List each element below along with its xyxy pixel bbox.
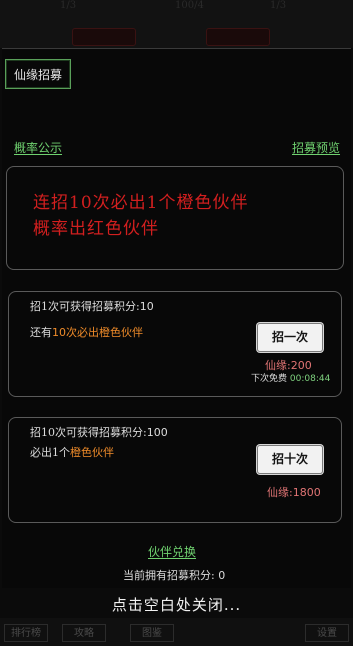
bg-stat: 1/3 [60,0,77,11]
bg-stat: 100/4 [175,0,204,11]
bg-tab-guide: 攻略 [62,624,106,642]
ten-guarantee: 必出1个橙色伙伴 [30,444,114,460]
single-points-text: 招1次可获得招募积分:10 [30,298,154,314]
bg-tab-rank: 排行榜 [4,624,48,642]
ten-points-value: 100 [146,426,168,439]
current-points: 当前拥有招募积分: 0 [123,567,225,583]
notice-box: 连招10次必出1个橙色伙伴 概率出红色伙伴 [6,166,344,270]
free-label: 下次免费 [251,374,288,384]
close-hint[interactable]: 点击空白处关闭... [0,594,353,615]
partner-exchange-link[interactable]: 伙伴兑换 [148,543,196,560]
ten-cost-value: 1800 [292,486,321,499]
bg-pill [206,28,270,46]
preview-link[interactable]: 招募预览 [292,139,340,156]
current-points-label: 当前拥有招募积分: [123,569,215,582]
single-points-label: 招1次可获得招募积分: [30,300,140,313]
ten-points-label: 招10次可获得招募积分: [30,426,147,439]
ten-cost: 仙缘:1800 [267,484,321,500]
tab-recruit[interactable]: 仙缘招募 [5,59,71,89]
ten-cost-label: 仙缘: [267,486,293,499]
single-recruit-card: 招1次可获得招募积分:10 还有10次必出橙色伙伴 招一次 仙缘:200 下次免… [8,291,342,397]
background-top-bar: 1/3 100/4 1/3 [0,0,353,48]
probability-link[interactable]: 概率公示 [14,139,62,156]
ten-guarantee-highlight: 橙色伙伴 [70,446,114,459]
free-timer-value: 00:08:44 [289,374,331,384]
ten-guarantee-prefix: 必出1个 [30,446,70,459]
single-guarantee: 还有10次必出橙色伙伴 [30,324,143,340]
notice-line-2: 概率出红色伙伴 [33,219,159,239]
recruit-panel: 仙缘招募 概率公示 招募预览 连招10次必出1个橙色伙伴 概率出红色伙伴 招1次… [2,48,351,588]
bg-pill [72,28,136,46]
notice-line-1: 连招10次必出1个橙色伙伴 [33,193,249,213]
current-points-value: 0 [218,569,226,582]
bg-tab-settings: 设置 [305,624,349,642]
single-guarantee-count: 10次必出 [52,326,99,339]
bg-stat: 1/3 [270,0,287,11]
recruit-ten-button[interactable]: 招十次 [258,446,322,473]
single-guarantee-prefix: 还有 [30,326,52,339]
single-guarantee-highlight: 橙色伙伴 [99,326,143,339]
recruit-once-button[interactable]: 招一次 [258,324,322,351]
ten-recruit-card: 招10次可获得招募积分:100 必出1个橙色伙伴 招十次 仙缘:1800 [8,417,342,523]
free-timer: 下次免费 00:08:44 [251,371,330,384]
ten-points-text: 招10次可获得招募积分:100 [30,424,168,440]
bg-tab-codex: 图鉴 [130,624,174,642]
background-bottom-bar: 排行榜 攻略 图鉴 设置 [0,618,353,646]
single-points-value: 10 [139,300,154,313]
